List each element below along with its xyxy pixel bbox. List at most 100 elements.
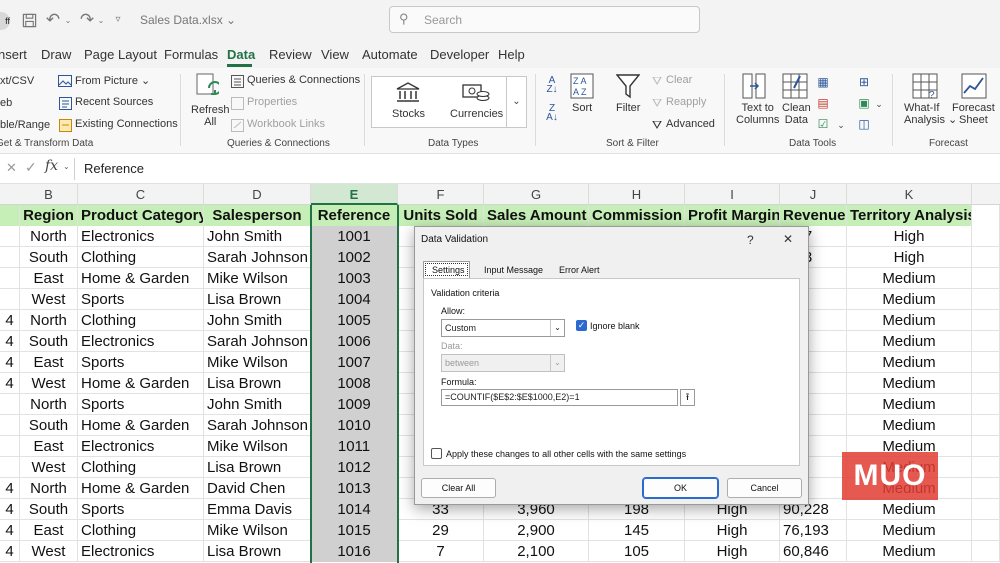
- cell-a[interactable]: [0, 289, 20, 310]
- cell-a[interactable]: 4: [0, 541, 20, 562]
- cell-a[interactable]: [0, 247, 20, 268]
- help-icon[interactable]: ?: [747, 233, 754, 247]
- cell-salesperson[interactable]: Lisa Brown: [204, 289, 311, 310]
- tab-error-alert[interactable]: Error Alert: [559, 265, 600, 275]
- cell-territory-analysis[interactable]: Medium: [847, 331, 972, 352]
- cell-product-category[interactable]: Electronics: [78, 436, 204, 457]
- cell-l[interactable]: [972, 394, 1000, 415]
- collapse-dialog-button[interactable]: ⭱: [680, 389, 695, 406]
- cell-a[interactable]: [0, 226, 20, 247]
- cell-region[interactable]: West: [20, 457, 78, 478]
- cell-region[interactable]: North: [20, 394, 78, 415]
- tab-developer[interactable]: Developer: [430, 47, 489, 62]
- cell-a[interactable]: 4: [0, 373, 20, 394]
- cell-territory-analysis[interactable]: High: [847, 247, 972, 268]
- cell-salesperson[interactable]: Mike Wilson: [204, 268, 311, 289]
- cell-product-category[interactable]: Sports: [78, 394, 204, 415]
- cell-l[interactable]: [972, 331, 1000, 352]
- tab-draw[interactable]: Draw: [41, 47, 71, 62]
- allow-select[interactable]: Custom ⌄: [441, 319, 565, 337]
- cell-territory-analysis[interactable]: Medium: [847, 394, 972, 415]
- file-name[interactable]: Sales Data.xlsx ⌄: [140, 13, 236, 27]
- column-header-I[interactable]: I: [685, 184, 780, 205]
- column-header-J[interactable]: J: [780, 184, 847, 205]
- undo-dropdown-icon[interactable]: ⌄: [63, 13, 73, 27]
- from-text-csv-button[interactable]: xt/CSV: [0, 75, 34, 87]
- relationships-dropdown-icon[interactable]: ⌄: [874, 97, 884, 111]
- cell-a[interactable]: 4: [0, 499, 20, 520]
- currencies-button[interactable]: Currencies: [444, 81, 510, 125]
- refresh-all-button[interactable]: Refresh All: [186, 72, 230, 134]
- cell-l[interactable]: [972, 247, 1000, 268]
- cell-salesperson[interactable]: John Smith: [204, 394, 311, 415]
- column-header-G[interactable]: G: [484, 184, 589, 205]
- cell-units-sold[interactable]: 29: [398, 520, 484, 541]
- cell-territory-analysis[interactable]: Medium: [847, 373, 972, 394]
- cell-revenue[interactable]: 60,846: [780, 541, 847, 562]
- cell-a[interactable]: 4: [0, 310, 20, 331]
- redo-dropdown-icon[interactable]: ⌄: [96, 13, 106, 27]
- cell-salesperson[interactable]: David Chen: [204, 478, 311, 499]
- data-model-icon[interactable]: ◫: [856, 116, 872, 132]
- tab-automate[interactable]: Automate: [362, 47, 418, 62]
- cell-territory-analysis[interactable]: Medium: [847, 310, 972, 331]
- cell-A1[interactable]: [0, 205, 20, 226]
- relationships-icon[interactable]: ▣: [856, 95, 872, 111]
- cell-product-category[interactable]: Clothing: [78, 520, 204, 541]
- cell-a[interactable]: [0, 457, 20, 478]
- search-box[interactable]: ⚲ Search: [389, 6, 700, 33]
- cell-territory-analysis[interactable]: Medium: [847, 289, 972, 310]
- column-header-E[interactable]: E: [311, 184, 398, 205]
- cell-region[interactable]: West: [20, 373, 78, 394]
- cell-sales-amount[interactable]: 2,100: [484, 541, 589, 562]
- apply-all-checkbox[interactable]: [431, 448, 442, 459]
- column-header-F[interactable]: F: [398, 184, 484, 205]
- tab-insert[interactable]: nsert: [0, 47, 27, 62]
- cell-region[interactable]: East: [20, 520, 78, 541]
- cell-l[interactable]: [972, 289, 1000, 310]
- cell-product-category[interactable]: Home & Garden: [78, 373, 204, 394]
- column-header-C[interactable]: C: [78, 184, 204, 205]
- cell-a[interactable]: [0, 268, 20, 289]
- cell-salesperson[interactable]: John Smith: [204, 310, 311, 331]
- tab-settings[interactable]: Settings: [423, 261, 470, 278]
- cell-territory-analysis[interactable]: Medium: [847, 499, 972, 520]
- filter-button[interactable]: Filter: [612, 72, 644, 120]
- data-validation-icon[interactable]: ☑: [815, 116, 831, 132]
- insert-function-icon[interactable]: fx: [45, 158, 58, 174]
- cell-product-category[interactable]: Clothing: [78, 247, 204, 268]
- cell-territory-analysis[interactable]: Medium: [847, 541, 972, 562]
- cell-a[interactable]: [0, 436, 20, 457]
- tab-page-layout[interactable]: Page Layout: [84, 47, 157, 62]
- from-table-range-button[interactable]: ble/Range: [0, 119, 50, 131]
- cell-region[interactable]: East: [20, 436, 78, 457]
- cell-revenue[interactable]: 76,193: [780, 520, 847, 541]
- account-icon[interactable]: ff: [0, 12, 10, 30]
- from-web-button[interactable]: eb: [0, 97, 12, 109]
- cell-region[interactable]: South: [20, 331, 78, 352]
- cell-a[interactable]: 4: [0, 331, 20, 352]
- cell-region[interactable]: East: [20, 352, 78, 373]
- remove-duplicates-icon[interactable]: ▤: [815, 95, 831, 111]
- cell-product-category[interactable]: Clothing: [78, 310, 204, 331]
- cell-product-category[interactable]: Home & Garden: [78, 478, 204, 499]
- forecast-sheet-button[interactable]: Forecast Sheet: [952, 72, 996, 130]
- sort-button[interactable]: Z AA Z Sort: [568, 72, 596, 120]
- cell-salesperson[interactable]: Sarah Johnson: [204, 331, 311, 352]
- cancel-button[interactable]: Cancel: [727, 478, 802, 498]
- ok-button[interactable]: OK: [642, 477, 719, 499]
- header-salesperson[interactable]: Salesperson: [204, 205, 311, 226]
- cell-region[interactable]: South: [20, 415, 78, 436]
- cell-region[interactable]: North: [20, 478, 78, 499]
- cell-salesperson[interactable]: Lisa Brown: [204, 541, 311, 562]
- cell-region[interactable]: South: [20, 247, 78, 268]
- header-region[interactable]: Region: [20, 205, 78, 226]
- cell-commission[interactable]: 105: [589, 541, 685, 562]
- cell-product-category[interactable]: Electronics: [78, 331, 204, 352]
- tab-formulas[interactable]: Formulas: [164, 47, 218, 62]
- text-to-columns-button[interactable]: Text to Columns: [732, 72, 779, 130]
- cell-a[interactable]: [0, 394, 20, 415]
- confirm-entry-icon[interactable]: ✓: [25, 159, 37, 176]
- redo-icon[interactable]: ↷: [78, 10, 96, 29]
- header-sales-amount[interactable]: Sales Amount: [484, 205, 589, 226]
